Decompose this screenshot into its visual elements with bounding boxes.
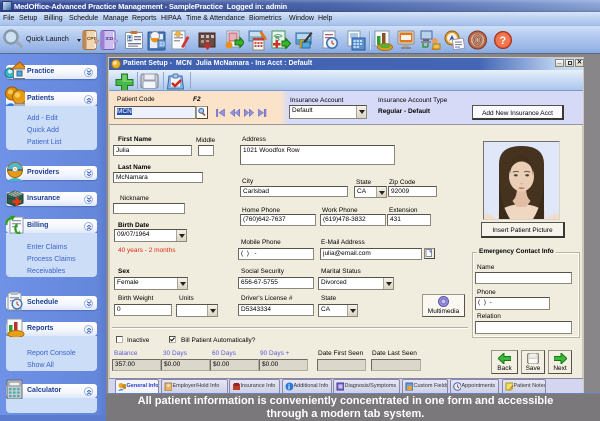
svg-text:13: 13: [160, 42, 166, 48]
svg-text:?: ?: [500, 35, 507, 47]
svg-text:ICD: ICD: [106, 36, 115, 41]
svg-text:i: i: [288, 385, 290, 392]
